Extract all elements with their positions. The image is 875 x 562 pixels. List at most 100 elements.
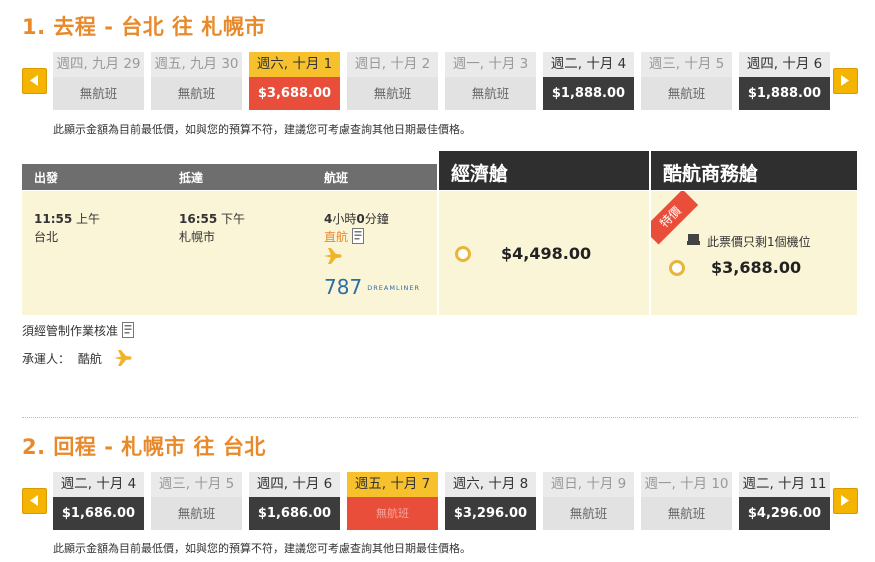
date-option[interactable]: 週二, 十月 4 $1,888.00	[543, 52, 634, 112]
date-label: 週三, 十月 5	[641, 52, 732, 77]
outbound-prev-button[interactable]	[22, 68, 47, 94]
aircraft-logo: 787 DREAMLINER	[324, 275, 420, 299]
depart-city: 台北	[34, 230, 59, 244]
economy-price: $4,498.00	[501, 244, 592, 263]
date-label: 週三, 十月 5	[151, 472, 242, 497]
date-label: 週二, 十月 4	[543, 52, 634, 77]
date-label: 週二, 十月 4	[53, 472, 144, 497]
date-option[interactable]: 週五, 九月 30 無航班	[151, 52, 242, 112]
duration-minutes-unit: 分鐘	[364, 212, 389, 226]
date-price: 無航班	[347, 497, 438, 530]
date-price: $1,888.00	[739, 77, 830, 110]
date-option[interactable]: 週五, 十月 7 無航班	[347, 472, 438, 532]
date-option[interactable]: 週二, 十月 11 $4,296.00	[739, 472, 830, 532]
plane-icon	[113, 350, 132, 366]
document-icon[interactable]	[121, 322, 134, 338]
business-price: $3,688.00	[711, 258, 802, 277]
return-prev-button[interactable]	[22, 488, 47, 514]
outbound-title: 1. 去程 - 台北 往 札幌市	[22, 15, 266, 39]
date-option[interactable]: 週四, 十月 6 $1,686.00	[249, 472, 340, 532]
arrive-ampm: 下午	[221, 212, 246, 226]
depart-time-value: 11:55	[34, 212, 73, 226]
date-option[interactable]: 週三, 十月 5 無航班	[641, 52, 732, 112]
date-price: $4,296.00	[739, 497, 830, 530]
economy-header: 經濟艙	[439, 151, 649, 190]
arrive-time-value: 16:55	[179, 212, 218, 226]
date-option[interactable]: 週一, 十月 3 無航班	[445, 52, 536, 112]
plane-icon	[324, 248, 342, 264]
seats-left-note: 此票價只剩1個機位	[707, 235, 811, 249]
arrive-city: 札幌市	[179, 230, 216, 244]
date-price: 無航班	[53, 77, 144, 110]
aircraft-number: 787	[324, 275, 363, 299]
date-price: $3,688.00	[249, 77, 340, 110]
date-label: 週二, 十月 11	[739, 472, 830, 497]
date-option[interactable]: 週四, 十月 6 $1,888.00	[739, 52, 830, 112]
date-option[interactable]: 週日, 十月 9 無航班	[543, 472, 634, 532]
date-label: 週六, 十月 1	[249, 52, 340, 77]
depart-time: 11:55 上午	[34, 210, 100, 227]
date-option[interactable]: 週日, 十月 2 無航班	[347, 52, 438, 112]
date-option[interactable]: 週六, 十月 8 $3,296.00	[445, 472, 536, 532]
flight-info-panel: 11:55 上午 台北 16:55 下午 札幌市 4小時0分鐘 直航 787 D…	[22, 191, 437, 315]
date-price: 無航班	[543, 497, 634, 530]
approval-note: 須經管制作業核准	[22, 322, 134, 339]
date-option[interactable]: 週一, 十月 10 無航班	[641, 472, 732, 532]
date-label: 週六, 十月 8	[445, 472, 536, 497]
col-flight: 航班	[324, 171, 349, 185]
carrier-line: 承運人： 酷航	[22, 350, 132, 367]
economy-label: 經濟艙	[451, 163, 509, 185]
date-label: 週一, 十月 3	[445, 52, 536, 77]
economy-fare-radio[interactable]	[455, 246, 471, 262]
date-label: 週五, 九月 30	[151, 52, 242, 77]
duration-hours-unit: 小時	[332, 212, 357, 226]
date-label: 週一, 十月 10	[641, 472, 732, 497]
return-title: 2. 回程 - 札幌市 往 台北	[22, 435, 266, 459]
date-price: 無航班	[641, 77, 732, 110]
direct-link[interactable]: 直航	[324, 228, 364, 245]
date-price: 無航班	[445, 77, 536, 110]
date-price: $1,686.00	[249, 497, 340, 530]
depart-ampm: 上午	[76, 212, 101, 226]
business-fare-radio[interactable]	[669, 260, 685, 276]
date-price: 無航班	[347, 77, 438, 110]
carrier-name: 酷航	[77, 352, 102, 366]
return-next-button[interactable]	[833, 488, 858, 514]
flight-table-header: 出發 抵達 航班	[22, 164, 437, 190]
flight-duration: 4小時0分鐘	[324, 210, 389, 227]
chevron-right-icon	[841, 495, 849, 506]
chevron-left-icon	[30, 495, 38, 506]
date-label: 週四, 九月 29	[53, 52, 144, 77]
date-price: 無航班	[151, 497, 242, 530]
col-depart: 出發	[34, 171, 59, 185]
date-price: 無航班	[151, 77, 242, 110]
section-divider	[22, 417, 858, 418]
date-label: 週四, 十月 6	[739, 52, 830, 77]
date-label: 週五, 十月 7	[347, 472, 438, 497]
date-price: $1,888.00	[543, 77, 634, 110]
chevron-right-icon	[841, 75, 849, 86]
direct-label: 直航	[324, 230, 349, 244]
date-option[interactable]: 週二, 十月 4 $1,686.00	[53, 472, 144, 532]
business-fare-panel: 特價 此票價只剩1個機位 $3,688.00	[651, 191, 857, 315]
document-icon	[351, 228, 364, 244]
arrive-time: 16:55 下午	[179, 210, 245, 227]
col-arrive: 抵達	[179, 171, 204, 185]
outbound-note: 此顯示金額為目前最低價，如與您的預算不符，建議您可考慮查詢其他日期最佳價格。	[53, 123, 471, 136]
date-option[interactable]: 週三, 十月 5 無航班	[151, 472, 242, 532]
return-note: 此顯示金額為目前最低價，如與您的預算不符，建議您可考慮查詢其他日期最佳價格。	[53, 542, 471, 555]
date-option[interactable]: 週四, 九月 29 無航班	[53, 52, 144, 112]
seat-icon	[687, 234, 700, 245]
date-label: 週四, 十月 6	[249, 472, 340, 497]
chevron-left-icon	[30, 75, 38, 86]
date-label: 週日, 十月 9	[543, 472, 634, 497]
date-price: $1,686.00	[53, 497, 144, 530]
outbound-next-button[interactable]	[833, 68, 858, 94]
carrier-label: 承運人：	[22, 352, 71, 366]
business-label: 酷航商務艙	[663, 163, 759, 185]
date-option[interactable]: 週六, 十月 1 $3,688.00	[249, 52, 340, 112]
date-label: 週日, 十月 2	[347, 52, 438, 77]
economy-fare-panel: $4,498.00	[439, 191, 649, 315]
duration-minutes: 0	[356, 212, 365, 226]
date-price: 無航班	[641, 497, 732, 530]
